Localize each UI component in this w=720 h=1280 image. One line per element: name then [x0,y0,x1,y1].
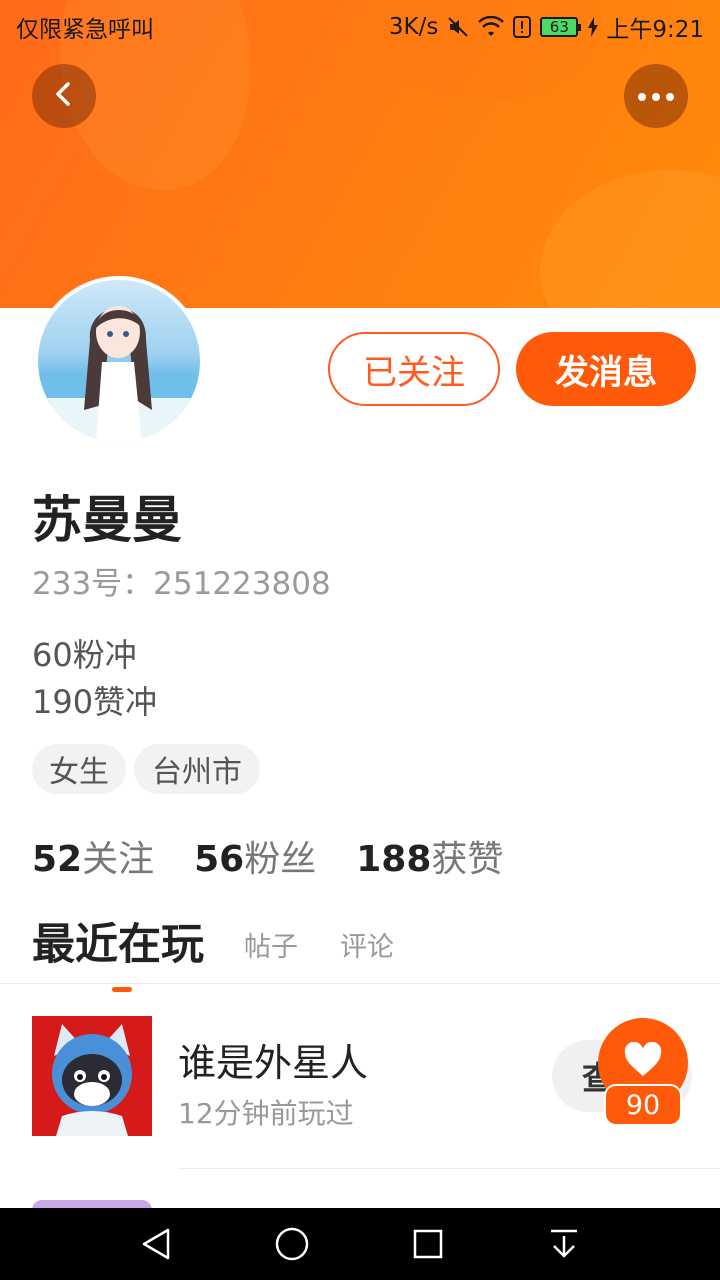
bio-line: 190赞冲 [32,683,158,721]
tag-location: 台州市 [134,744,260,794]
like-count: 90 [604,1084,682,1126]
stat-value: 52 [32,839,83,880]
tab-recent-play[interactable]: 最近在玩 [32,910,204,992]
divider [178,1168,720,1169]
tab-comments[interactable]: 评论 [340,925,394,972]
status-bar: 仅限紧急呼叫 3K/s 63 上午9:21 [0,0,720,50]
message-button[interactable]: 发消息 [516,332,696,406]
tag-gender: 女生 [32,744,126,794]
stat-label: 获赞 [431,839,504,880]
avatar[interactable] [34,276,204,446]
wifi-icon [478,16,505,38]
battery-icon: 63 [540,17,582,37]
divider [0,983,720,984]
system-nav-bar [0,1208,720,1280]
profile-tabs: 最近在玩 帖子 评论 [32,910,436,992]
battery-level: 63 [549,18,569,36]
stat-followers[interactable]: 56粉丝 [194,830,316,882]
profile-id: 233号：251223808 [32,566,331,602]
alert-icon [512,15,532,39]
game-icon [32,1016,152,1136]
game-last-played: 12分钟前玩过 [178,1097,354,1130]
more-button[interactable] [624,64,688,128]
heart-icon [623,1041,663,1082]
profile-stats: 52关注 56粉丝 188获赞 [32,830,503,882]
carrier-text: 仅限紧急呼叫 [16,17,154,43]
mute-icon [446,15,470,39]
profile-name: 苏曼曼 [32,491,182,549]
back-button[interactable] [32,64,96,128]
nav-recent-icon[interactable] [410,1226,446,1262]
more-dots-icon [636,87,676,106]
stat-likes[interactable]: 188获赞 [356,830,503,882]
stat-value: 56 [194,839,245,880]
game-title: 谁是外星人 [178,1041,369,1085]
follow-button[interactable]: 已关注 [328,332,500,406]
tab-posts[interactable]: 帖子 [244,925,298,972]
banner-decoration [540,170,720,308]
nav-back-icon[interactable] [138,1226,174,1262]
stat-label: 关注 [82,839,155,880]
nav-notification-icon[interactable] [546,1226,582,1262]
chevron-left-icon [50,80,78,112]
bio-line: 60粉冲 [32,636,137,674]
nav-home-icon[interactable] [274,1226,310,1262]
network-speed: 3K/s [388,14,439,40]
avatar-image [38,280,200,442]
stat-value: 188 [356,839,432,880]
clock: 上午9:21 [606,17,704,43]
charging-icon [588,17,599,37]
stat-following[interactable]: 52关注 [32,830,154,882]
stat-label: 粉丝 [244,839,317,880]
